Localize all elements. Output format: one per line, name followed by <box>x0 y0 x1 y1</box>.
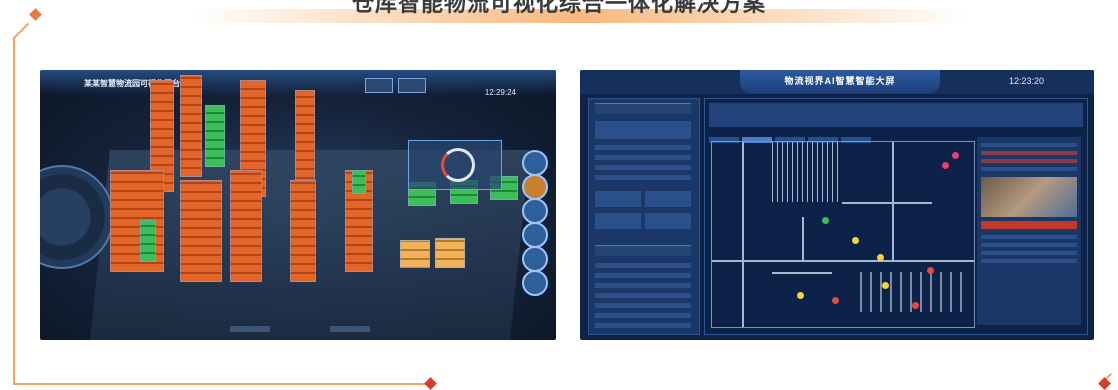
cargo-pallet <box>435 238 465 268</box>
screen-footer-indicator <box>330 326 370 332</box>
plan-wall <box>802 217 804 260</box>
sidebar-row <box>595 273 691 278</box>
storage-rack <box>352 170 366 194</box>
frame-left-line <box>13 38 15 385</box>
frame-bottom-marker-center <box>424 377 437 390</box>
sidebar-row <box>595 293 691 298</box>
device-info-bar <box>709 103 1083 127</box>
detail-row <box>981 243 1077 247</box>
detail-row <box>981 251 1077 255</box>
storage-rack <box>180 180 222 282</box>
floor-plan <box>711 141 975 328</box>
hex-menu-button <box>522 246 548 272</box>
storage-rack <box>140 220 156 262</box>
detail-row <box>981 159 1077 163</box>
detail-row <box>981 259 1077 263</box>
sidebar-row <box>595 145 691 150</box>
status-hud-panel <box>408 140 502 190</box>
alert-header <box>981 221 1077 229</box>
plan-wall <box>892 142 894 260</box>
sidebar-row <box>595 283 691 288</box>
sensor-marker <box>912 302 919 309</box>
ai-dashboard-screenshot: 物流视界AI智慧智能大屏 12:23:20 <box>580 70 1094 340</box>
detail-row <box>981 143 1077 147</box>
screen-nav-button <box>398 78 426 93</box>
gauge-ring <box>441 148 475 182</box>
screen-clock: 12:23:20 <box>1008 76 1044 86</box>
sidebar-section-header <box>595 103 691 114</box>
sensor-marker <box>882 282 889 289</box>
sidebar-row <box>595 323 691 328</box>
hex-menu-button <box>522 270 548 296</box>
detail-row <box>981 151 1077 155</box>
plan-wall <box>712 260 974 262</box>
sidebar-row <box>645 191 691 207</box>
sidebar-row <box>595 175 691 180</box>
sensor-marker <box>797 292 804 299</box>
sidebar-row <box>595 191 641 207</box>
sidebar-row <box>595 313 691 318</box>
sensor-marker <box>952 152 959 159</box>
left-info-sidebar <box>588 98 700 335</box>
storage-rack <box>205 105 225 167</box>
detail-row <box>981 235 1077 239</box>
sidebar-section-header <box>595 245 691 256</box>
page-title: 仓库智能物流可视化综合一体化解决方案 <box>351 0 766 17</box>
sensor-marker <box>822 217 829 224</box>
hex-menu-button <box>522 150 548 176</box>
plan-wall <box>842 202 932 204</box>
plan-wall <box>742 142 744 327</box>
plan-wall <box>772 142 842 202</box>
screen-clock: 12:29:24 <box>484 88 516 97</box>
storage-rack <box>180 75 202 177</box>
screen-title: 物流视界AI智慧智能大屏 <box>784 76 896 86</box>
storage-rack <box>230 170 262 282</box>
sensor-marker <box>927 267 934 274</box>
sidebar-row <box>595 303 691 308</box>
camera-feed-thumbnail <box>981 177 1077 217</box>
cargo-pallet <box>400 240 430 268</box>
sidebar-row <box>595 263 691 268</box>
sensor-marker <box>877 254 884 261</box>
sensor-marker <box>832 297 839 304</box>
hex-menu-button <box>522 222 548 248</box>
sidebar-row <box>645 213 691 229</box>
plan-wall <box>772 272 832 274</box>
sidebar-row <box>595 121 691 139</box>
sidebar-row <box>595 213 641 229</box>
frame-bottom-line <box>13 383 430 385</box>
screen-nav-button <box>365 78 393 93</box>
hex-menu-button <box>522 198 548 224</box>
plan-wall <box>852 272 962 312</box>
sidebar-row <box>595 155 691 160</box>
sensor-marker <box>942 162 949 169</box>
detail-row <box>981 167 1077 171</box>
sensor-marker <box>852 237 859 244</box>
screen-footer-indicator <box>230 326 270 332</box>
sidebar-row <box>595 165 691 170</box>
storage-rack <box>290 180 316 282</box>
hex-menu-button <box>522 174 548 200</box>
warehouse-3d-screenshot: 某某智慧物流园可视化平台 12:29:24 <box>40 70 556 340</box>
right-detail-panel <box>977 137 1081 325</box>
main-floorplan-area <box>704 98 1088 335</box>
storage-rack <box>295 90 315 187</box>
frame-corner-marker-bottom-right <box>1098 377 1111 390</box>
